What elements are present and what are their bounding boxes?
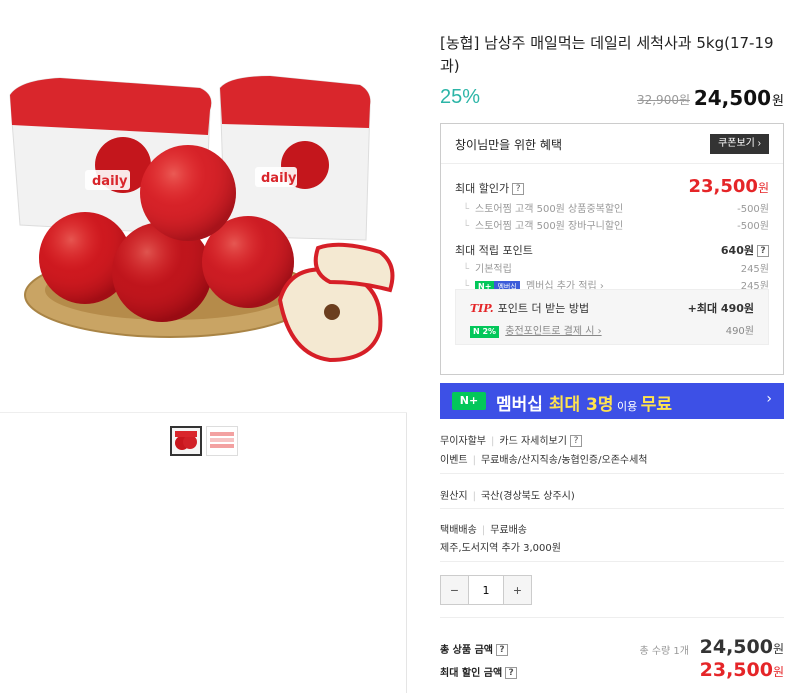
discount-item-value: -500원 (737, 204, 769, 215)
charge-row: N 2% 충전포인트로 결제 시 › 490원 (470, 322, 754, 338)
origin-label: 원산지 (440, 491, 468, 502)
apple-basket-illustration: daily daily (9, 75, 395, 363)
quantity-plus-button[interactable]: + (504, 576, 531, 604)
original-price: 32,900원 (636, 93, 690, 107)
max-points-value: 640원? (721, 242, 769, 258)
max-points-amount: 640원 (720, 244, 754, 257)
max-discount-value: 23,500원 (688, 176, 769, 197)
bag-label-right: daily (261, 171, 297, 186)
total-price-value: 24,500원 (700, 636, 784, 658)
delivery-row: 택배배송 | 무료배송 (440, 525, 527, 536)
total-count: 총 수량 1개 (639, 646, 689, 657)
coupon-view-button[interactable]: 쿠폰보기 › (710, 134, 769, 154)
discount-item-label: 스토어찜 고객 500원 상품중복할인 (475, 204, 624, 215)
max-points-label: 최대 적립 포인트 (455, 244, 533, 257)
apple-bag-right: daily (219, 75, 371, 241)
charge-value: 490원 (725, 326, 754, 337)
help-icon[interactable]: ? (495, 644, 508, 656)
discount-item: └ 스토어찜 고객 500원 장바구니할인 -500원 (455, 217, 769, 232)
naver-pay-badge: N 2% (470, 326, 500, 338)
charge-points-link[interactable]: 충전포인트로 결제 시 › (505, 326, 601, 337)
event-label: 이벤트 (440, 455, 468, 466)
banner-text-free: 무료 (640, 395, 673, 415)
point-item-label: 기본적립 (475, 264, 512, 275)
divider (440, 617, 784, 618)
max-discount-row: 최대 할인가? 23,500원 (455, 176, 769, 200)
banner-text-c: 이용 (613, 400, 641, 413)
help-icon[interactable]: ? (505, 667, 518, 679)
sale-price: 24,500원 (694, 86, 784, 110)
banner-text: 멤버십 최대 3명 이용 무료 (496, 390, 672, 415)
price-row: 25% 32,900원 24,500원 (440, 86, 784, 112)
total-discount-row: 최대 할인 금액? 23,500원 (440, 659, 784, 683)
delivery-extra: 제주,도서지역 추가 3,000원 (440, 543, 561, 554)
max-discount-amount: 23,500 (688, 176, 758, 197)
card-detail-link[interactable]: 카드 자세히보기 (499, 436, 567, 447)
chevron-right-icon: › (766, 391, 772, 407)
quantity-input[interactable] (468, 576, 504, 604)
tip-label: TIP. (470, 302, 494, 315)
event-row: 이벤트 | 무료배송/산지직송/농협인증/오존수세척 (440, 455, 648, 466)
discount-rate: 25% (440, 86, 481, 108)
point-item: └ 기본적립 245원 (455, 260, 769, 275)
max-points-row: 최대 적립 포인트 640원? (455, 242, 769, 258)
point-item-value: 245원 (740, 264, 769, 275)
help-icon[interactable]: ? (757, 245, 769, 257)
product-title: [농협] 남상주 매일먹는 데일리 세척사과 5kg(17-19과) (440, 34, 774, 75)
product-gallery: daily daily (0, 0, 407, 693)
thumbnail-1[interactable] (170, 426, 202, 456)
tip-box: TIP. 포인트 더 받는 방법 +최대 490원 N 2% 충전포인트로 결제 … (455, 289, 769, 345)
help-icon[interactable]: ? (569, 435, 582, 447)
naver-plus-logo: N+ (452, 392, 486, 410)
max-discount-currency: 원 (757, 181, 769, 195)
discount-item-value: -500원 (737, 221, 769, 232)
quantity-minus-button[interactable]: − (441, 576, 468, 604)
tip-row: TIP. 포인트 더 받는 방법 +최대 490원 (470, 300, 754, 316)
product-main-image[interactable]: daily daily (0, 0, 407, 413)
quantity-stepper: − + (440, 575, 532, 605)
delivery-label: 택배배송 (440, 525, 477, 536)
total-discount-currency: 원 (772, 665, 784, 679)
origin-row: 원산지 | 국산(경상북도 상주시) (440, 491, 575, 502)
tip-text: 포인트 더 받는 방법 (497, 302, 590, 315)
tip-value: +최대 490원 (687, 302, 754, 315)
total-discount-value: 23,500원 (700, 659, 784, 681)
total-discount-label-text: 최대 할인 금액 (440, 668, 503, 679)
membership-banner[interactable]: N+ 멤버십 최대 3명 이용 무료 › (440, 383, 784, 419)
total-price-label-text: 총 상품 금액 (440, 645, 493, 656)
divider (440, 561, 784, 562)
installment-row: 무이자할부 | 카드 자세히보기? (440, 432, 784, 447)
total-discount-label: 최대 할인 금액? (440, 664, 518, 679)
discount-item: └ 스토어찜 고객 500원 상품중복할인 -500원 (455, 200, 769, 215)
delivery-value: 무료배송 (490, 525, 527, 536)
benefit-header: 창이님만을 위한 혜택 쿠폰보기 › (441, 124, 783, 164)
total-price-currency: 원 (772, 642, 784, 656)
thumbnail-2[interactable] (206, 426, 238, 456)
origin-value: 국산(경상북도 상주시) (480, 491, 575, 502)
benefit-box: 창이님만을 위한 혜택 쿠폰보기 › 최대 할인가? 23,500원 └ 스토어찜… (440, 123, 784, 375)
discount-item-label: 스토어찜 고객 500원 장바구니할인 (475, 221, 624, 232)
benefit-title: 창이님만을 위한 혜택 (455, 138, 562, 152)
banner-text-highlight: 최대 3명 (548, 395, 614, 415)
sale-price-currency: 원 (772, 94, 784, 109)
max-discount-label: 최대 할인가 (455, 182, 510, 195)
help-icon[interactable]: ? (512, 183, 525, 195)
bag-label-left: daily (92, 174, 128, 189)
total-discount-amount: 23,500 (699, 659, 773, 681)
banner-text-a: 멤버십 (496, 395, 549, 415)
total-price-label: 총 상품 금액? (440, 641, 508, 656)
thumbnail-list (170, 426, 238, 456)
installment-label: 무이자할부 (440, 436, 486, 447)
event-value: 무료배송/산지직송/농협인증/오존수세척 (480, 455, 648, 466)
sale-price-value: 24,500 (693, 86, 772, 110)
divider (440, 473, 784, 474)
divider (440, 508, 784, 509)
total-price-amount: 24,500 (699, 636, 773, 658)
total-price-row: 총 상품 금액? 총 수량 1개 24,500원 (440, 636, 784, 660)
